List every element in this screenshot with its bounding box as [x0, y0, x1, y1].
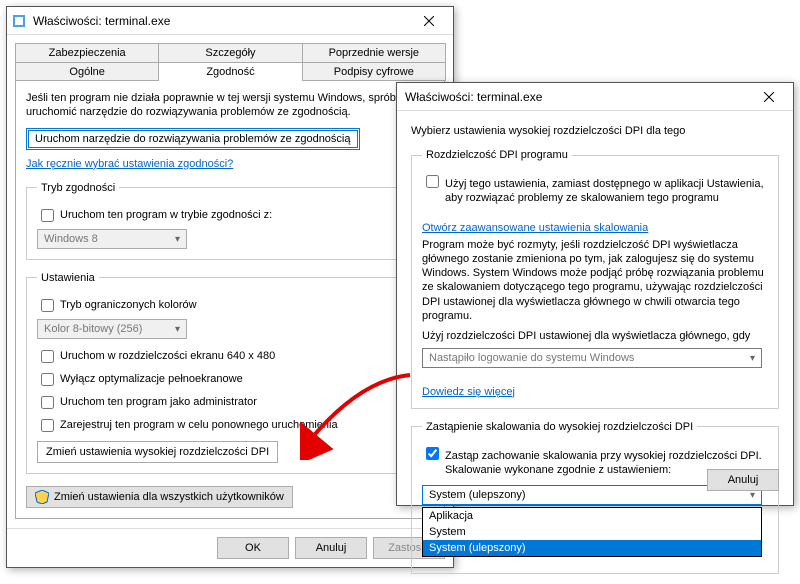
logon-combo-value: Nastąpiło logowanie do systemu Windows [429, 352, 634, 364]
use-setting-label: Użyj tego ustawienia, zamiast dostępnego… [445, 177, 768, 206]
cancel-button[interactable]: Anuluj [707, 469, 779, 491]
compat-os-value: Windows 8 [44, 233, 98, 245]
scaling-option-application[interactable]: Aplikacja [423, 508, 761, 524]
run-admin-label: Uruchom ten program jako administrator [60, 396, 257, 408]
close-button[interactable] [749, 85, 789, 109]
window-title: Właściwości: terminal.exe [33, 14, 409, 28]
compat-mode-label: Uruchom ten program w trybie zgodności z… [60, 209, 272, 221]
scaling-option-system[interactable]: System [423, 524, 761, 540]
logon-combo[interactable]: Nastąpiło logowanie do systemu Windows [422, 348, 762, 368]
intro-text: Jeśli ten program nie działa poprawnie w… [26, 91, 434, 120]
tab-previous-versions[interactable]: Poprzednie wersje [302, 43, 446, 62]
choose-label: Wybierz ustawienia wysokiej rozdzielczoś… [411, 125, 779, 137]
dpi-program-group: Rozdzielczość DPI programu Użyj tego ust… [411, 149, 779, 409]
register-restart-label: Zarejestruj ten program w celu ponownego… [60, 419, 338, 431]
titlebar[interactable]: Właściwości: terminal.exe [397, 83, 793, 111]
chevron-down-icon [175, 323, 180, 335]
use-setting-checkbox[interactable] [426, 175, 439, 188]
scaling-dropdown-list: Aplikacja System System (ulepszony) [422, 507, 762, 557]
open-advanced-link[interactable]: Otwórz zaawansowane ustawienia skalowani… [422, 222, 648, 234]
override-legend: Zastąpienie skalowania do wysokiej rozdz… [422, 421, 697, 433]
manual-settings-link[interactable]: Jak ręcznie wybrać ustawienia zgodności? [26, 158, 233, 170]
disable-fullscreen-label: Wyłącz optymalizacje pełnoekranowe [60, 373, 243, 385]
titlebar[interactable]: Właściwości: terminal.exe [7, 7, 453, 35]
override-group: Zastąpienie skalowania do wysokiej rozdz… [411, 421, 779, 575]
tab-compatibility[interactable]: Zgodność [158, 62, 302, 81]
compat-mode-checkbox[interactable] [41, 209, 54, 222]
tab-row-2: Ogólne Zgodność Podpisy cyfrowe [15, 62, 445, 81]
use-main-dpi-label: Użyj rozdzielczości DPI ustawionej dla w… [422, 329, 768, 343]
settings-legend: Ustawienia [37, 272, 99, 284]
learn-more-link[interactable]: Dowiedz się więcej [422, 386, 515, 398]
disable-fullscreen-checkbox[interactable] [41, 373, 54, 386]
limited-colors-label: Tryb ograniczonych kolorów [60, 299, 197, 311]
close-icon [764, 92, 774, 102]
run-640-checkbox[interactable] [41, 350, 54, 363]
run-troubleshooter-button[interactable]: Uruchom narzędzie do rozwiązywania probl… [26, 128, 360, 150]
compat-mode-group: Tryb zgodności Uruchom ten program w try… [26, 182, 434, 260]
color-mode-combo[interactable]: Kolor 8-bitowy (256) [37, 319, 187, 339]
tab-security[interactable]: Zabezpieczenia [15, 43, 159, 62]
run-admin-checkbox[interactable] [41, 396, 54, 409]
chevron-down-icon [175, 233, 180, 245]
properties-dialog-compat: Właściwości: terminal.exe Zabezpieczenia… [6, 6, 454, 568]
change-dpi-button[interactable]: Zmień ustawienia wysokiej rozdzielczości… [37, 441, 278, 463]
scaling-selected-value: System (ulepszony) [429, 489, 526, 501]
app-icon [11, 13, 27, 29]
tab-panel-compat: Jeśli ten program nie działa poprawnie w… [15, 80, 445, 519]
override-checkbox[interactable] [426, 447, 439, 460]
window-title: Właściwości: terminal.exe [401, 90, 749, 104]
compat-mode-legend: Tryb zgodności [37, 182, 119, 194]
tab-row-1: Zabezpieczenia Szczegóły Poprzednie wers… [15, 43, 445, 62]
shield-icon [35, 490, 49, 504]
compat-os-combo[interactable]: Windows 8 [37, 229, 187, 249]
change-all-users-button[interactable]: Zmień ustawienia dla wszystkich użytkown… [26, 486, 293, 508]
dpi-program-legend: Rozdzielczość DPI programu [422, 149, 572, 161]
explain-text: Program może być rozmyty, jeśli rozdziel… [422, 238, 768, 324]
run-640-label: Uruchom w rozdzielczości ekranu 640 x 48… [60, 350, 275, 362]
limited-colors-checkbox[interactable] [41, 299, 54, 312]
settings-group: Ustawienia Tryb ograniczonych kolorów Ko… [26, 272, 434, 474]
scaling-option-system-enhanced[interactable]: System (ulepszony) [423, 540, 761, 556]
close-button[interactable] [409, 9, 449, 33]
tab-signatures[interactable]: Podpisy cyfrowe [302, 62, 446, 81]
tab-details[interactable]: Szczegóły [158, 43, 302, 62]
color-mode-value: Kolor 8-bitowy (256) [44, 323, 142, 335]
chevron-down-icon [750, 352, 755, 364]
close-icon [424, 16, 434, 26]
tab-general[interactable]: Ogólne [15, 62, 159, 81]
chevron-down-icon [750, 489, 755, 501]
dialog-body: Wybierz ustawienia wysokiej rozdzielczoś… [397, 111, 793, 584]
register-restart-checkbox[interactable] [41, 419, 54, 432]
change-all-users-label: Zmień ustawienia dla wszystkich użytkown… [54, 491, 284, 503]
dpi-settings-dialog: Właściwości: terminal.exe Wybierz ustawi… [396, 82, 794, 506]
dialog-buttons: OK Anuluj Zastosuj [7, 528, 453, 567]
